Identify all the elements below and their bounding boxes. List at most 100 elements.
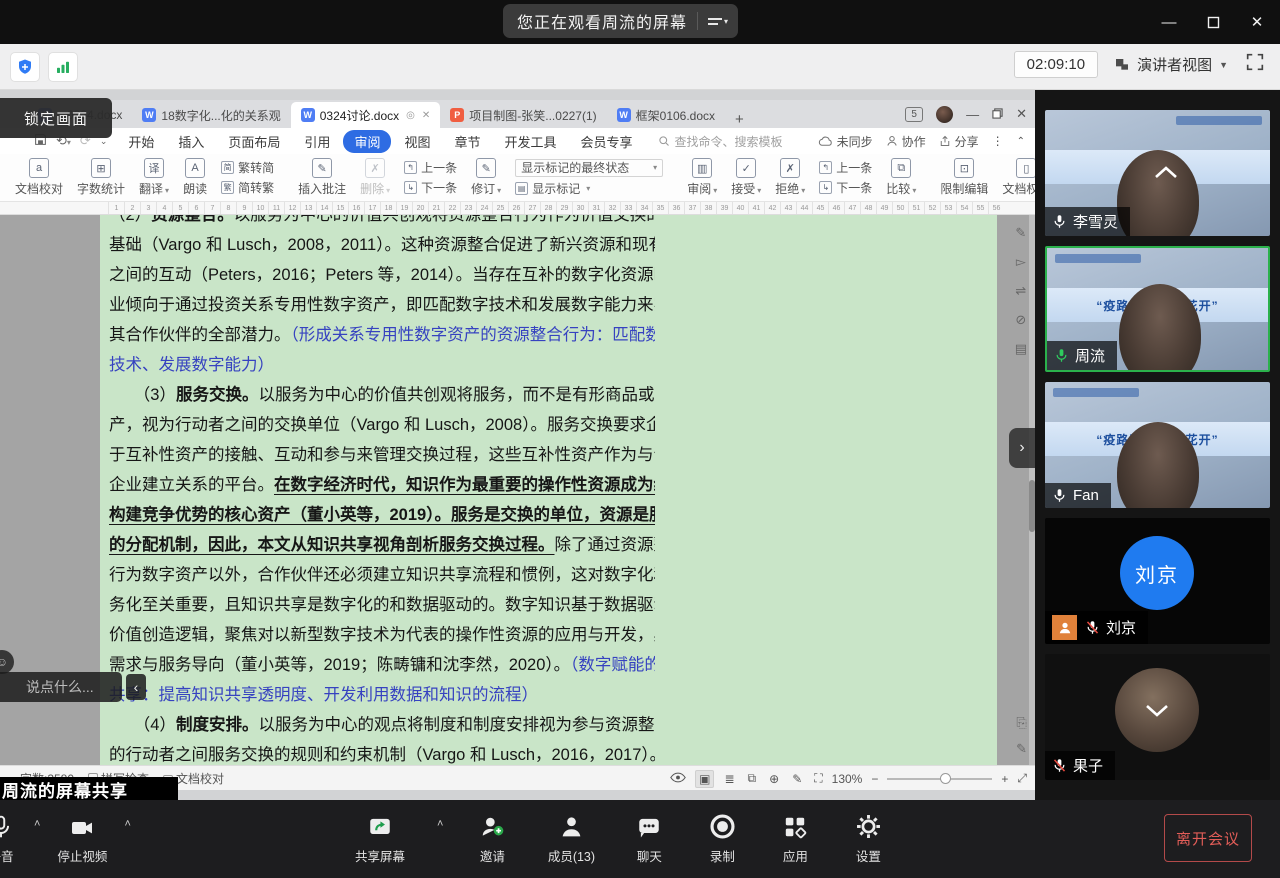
mic-options-chevron[interactable]: ˄ (34, 818, 40, 830)
more-options-icon[interactable]: ⋮ (992, 134, 1004, 148)
participant-tile[interactable]: “疫路同行 静待花开” Fan (1045, 382, 1270, 508)
ribbon-翻译[interactable]: 译翻译▾ (132, 158, 176, 197)
share-doc-button[interactable]: 分享 (939, 133, 979, 150)
document-tab[interactable]: W框架0106.docx (607, 102, 725, 128)
ribbon-比较[interactable]: ⧉比较▾ (879, 158, 923, 197)
participant-tile-active-speaker[interactable]: “疫路同行 静待花开” 周流 (1045, 246, 1270, 372)
leave-meeting-button[interactable]: 离开会议 (1164, 814, 1252, 862)
command-search[interactable]: 查找命令、搜索模板 (658, 133, 783, 150)
wps-menu-8[interactable]: 会员专享 (570, 130, 644, 153)
eye-protect-icon[interactable] (670, 772, 686, 786)
mute-button[interactable]: 静音 (0, 812, 32, 865)
adjust-icon[interactable]: ⇌ (1015, 283, 1026, 299)
share-screen-button[interactable]: 共享屏幕 (344, 812, 416, 865)
fullscreen-button[interactable] (1244, 51, 1266, 78)
ribbon-显示标记[interactable]: ▤显示标记▾ (515, 180, 663, 197)
document-tab[interactable]: W0324讨论.docx◎✕ (291, 102, 441, 128)
ribbon-修订[interactable]: ✎修订▾ (464, 158, 508, 197)
ribbon-简转繁[interactable]: 繁简转繁 (221, 179, 274, 196)
participant-tile[interactable]: 刘京 刘京 (1045, 518, 1270, 644)
settings-button[interactable]: 设置 (841, 812, 895, 865)
ribbon-插入批注[interactable]: ✎插入批注 (291, 158, 353, 197)
wps-menu-0[interactable]: 开始 (117, 130, 165, 153)
apps-button[interactable]: 应用 (768, 812, 822, 865)
view-mode-select[interactable]: 演讲者视图 ▼ (1114, 54, 1228, 75)
minimize-button[interactable]: — (1154, 7, 1184, 37)
ribbon-接受[interactable]: ✓接受▾ (724, 158, 768, 197)
sync-status[interactable]: 未同步 (818, 133, 873, 150)
ribbon-删除[interactable]: ✗删除▾ (353, 158, 397, 197)
wps-menu-3[interactable]: 引用 (293, 130, 341, 153)
collaborate-button[interactable]: 协作 (886, 133, 926, 150)
wps-minimize-button[interactable]: — (966, 107, 979, 122)
expand-panel-handle[interactable]: › (1009, 428, 1035, 468)
ink-icon[interactable]: ✎ (789, 771, 805, 787)
ribbon-下一条[interactable]: ↳下一条 (404, 179, 457, 196)
ribbon-上一条[interactable]: ↰上一条 (819, 159, 872, 176)
select-cursor-icon[interactable]: ▻ (1016, 254, 1026, 270)
pin-tab-icon[interactable]: ◎ (406, 110, 415, 121)
record-button[interactable]: 录制 (695, 812, 749, 865)
collapse-ribbon-icon[interactable]: ⌃ (1017, 136, 1025, 147)
document-tab[interactable]: W18数字化...化的关系观 (132, 102, 290, 128)
chat-button[interactable]: 聊天 (622, 812, 676, 865)
close-button[interactable]: ✕ (1242, 7, 1272, 37)
notes-icon[interactable]: ▤ (1015, 341, 1027, 357)
wps-menu-6[interactable]: 章节 (443, 130, 491, 153)
zoom-slider-thumb[interactable] (940, 773, 951, 784)
zoom-level[interactable]: 130% (832, 772, 863, 786)
wps-menu-7[interactable]: 开发工具 (493, 130, 567, 153)
ribbon-繁转简[interactable]: 简繁转简 (221, 159, 274, 176)
zoom-out-button[interactable]: − (871, 772, 878, 786)
scroll-more-icon[interactable] (1143, 702, 1171, 723)
ribbon-拒绝[interactable]: ✗拒绝▾ (768, 158, 812, 197)
web-view-icon[interactable]: ⊕ (766, 771, 782, 787)
new-tab-button[interactable]: + (725, 111, 754, 128)
account-avatar[interactable] (936, 106, 953, 123)
ribbon-上一条[interactable]: ↰上一条 (404, 159, 457, 176)
network-stats-button[interactable] (48, 52, 78, 82)
pen-icon[interactable]: ✎ (1016, 741, 1027, 757)
stop-video-button[interactable]: 停止视频 (42, 812, 122, 865)
screen-watch-banner[interactable]: 您正在观看周流的屏幕 ▾ (503, 4, 738, 38)
zoom-slider[interactable] (887, 778, 992, 780)
ribbon-审阅[interactable]: ▥审阅▾ (680, 158, 724, 197)
video-options-chevron[interactable]: ˄ (124, 818, 130, 830)
edit-pen-icon[interactable]: ✎ (1015, 225, 1026, 241)
banner-menu-icon[interactable]: ▾ (708, 17, 728, 26)
invite-button[interactable]: 邀请 (464, 812, 520, 865)
chat-input[interactable]: ☺ 说点什么... (0, 672, 122, 702)
ribbon-朗读[interactable]: A朗读 (176, 158, 214, 197)
ribbon-文档校对[interactable]: a文档校对 (8, 158, 70, 197)
participant-tile[interactable]: 果子 (1045, 654, 1270, 780)
wps-menu-2[interactable]: 页面布局 (217, 130, 291, 153)
wps-close-button[interactable]: ✕ (1016, 106, 1027, 122)
outline-view-icon[interactable]: ≣ (721, 771, 737, 787)
wps-fullscreen-icon[interactable]: ⤢ (1017, 771, 1027, 786)
collapse-chat-icon[interactable]: ‹ (126, 674, 146, 700)
maximize-button[interactable] (1198, 7, 1228, 37)
zoom-in-button[interactable]: + (1001, 772, 1008, 786)
document-tab[interactable]: P项目制图-张笑...0227(1) (440, 102, 606, 128)
document-page[interactable]: （2）资源整合。以服务为中心的价值共创观将资源整合行为作为价值交换的基础（Var… (100, 215, 997, 765)
lock-screen-overlay[interactable]: 锁定画面 (0, 98, 112, 138)
wps-restore-button[interactable] (992, 107, 1003, 122)
ribbon-文档权限[interactable]: ▯文档权限 (995, 158, 1035, 197)
book-view-icon[interactable]: ⧉ (745, 770, 760, 787)
ribbon-字数统计[interactable]: ⊞字数统计 (70, 158, 132, 197)
page-view-icon[interactable]: ▣ (695, 770, 714, 788)
close-tab-icon[interactable]: ✕ (422, 110, 430, 121)
ribbon-限制编辑[interactable]: ⊡限制编辑 (933, 158, 995, 197)
share-options-chevron[interactable]: ˄ (437, 818, 443, 830)
tab-list-button[interactable]: 5 (905, 107, 923, 122)
wps-menu-5[interactable]: 视图 (393, 130, 441, 153)
wps-menu-4[interactable]: 审阅 (343, 130, 391, 153)
document-canvas[interactable]: （2）资源整合。以服务为中心的价值共创观将资源整合行为作为价值交换的基础（Var… (0, 215, 1035, 765)
fit-page-icon[interactable]: ⛶ (814, 771, 822, 786)
collapse-videos-icon[interactable] (1153, 165, 1179, 185)
ribbon-显示标记的最终状态[interactable]: 显示标记的最终状态▾ (515, 159, 663, 177)
page-icon[interactable]: ⎘ (1016, 715, 1026, 731)
help-icon[interactable]: ⊘ (1015, 312, 1026, 328)
wps-menu-1[interactable]: 插入 (167, 130, 215, 153)
members-button[interactable]: 成员(13) (539, 812, 603, 865)
